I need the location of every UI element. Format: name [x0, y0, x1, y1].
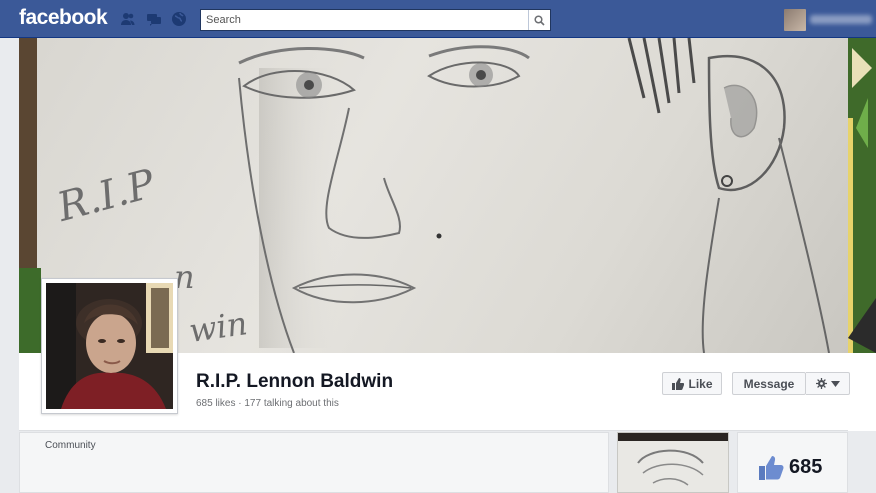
cover-drawn-text-fragment-2: win [186, 304, 250, 350]
photos-thumbnail[interactable] [617, 432, 729, 493]
messages-icon[interactable] [146, 11, 162, 27]
globe-icon[interactable] [171, 11, 187, 27]
message-button-label: Message [743, 376, 795, 391]
page-title: R.I.P. Lennon Baldwin [196, 371, 394, 392]
user-name-blurred[interactable] [810, 15, 872, 24]
page-stats[interactable]: 685 likes · 177 talking about this [196, 398, 339, 409]
left-margin [0, 38, 19, 493]
right-margin-decor [848, 38, 876, 353]
likes-count: 685 [789, 456, 823, 478]
like-button[interactable]: Like [662, 372, 722, 395]
thumbs-up-icon [759, 456, 784, 480]
search-icon [534, 14, 545, 26]
header-extension [848, 353, 876, 431]
about-panel [19, 432, 609, 493]
profile-picture[interactable] [41, 278, 178, 414]
search-input[interactable] [201, 10, 526, 30]
bottom-right-margin [848, 432, 876, 493]
friends-icon[interactable] [120, 11, 136, 27]
search-bar[interactable] [200, 9, 551, 31]
like-button-label: Like [688, 376, 713, 391]
top-navigation-bar: facebook [0, 0, 876, 38]
settings-dropdown-button[interactable] [806, 372, 850, 395]
user-avatar[interactable] [784, 9, 806, 31]
gear-icon [815, 378, 827, 389]
facebook-logo[interactable]: facebook [19, 6, 108, 30]
message-button[interactable]: Message [732, 372, 806, 395]
thumbs-up-icon [672, 377, 685, 390]
search-button[interactable] [528, 10, 550, 30]
chevron-down-icon [830, 380, 840, 387]
page-category: Community [45, 440, 96, 451]
